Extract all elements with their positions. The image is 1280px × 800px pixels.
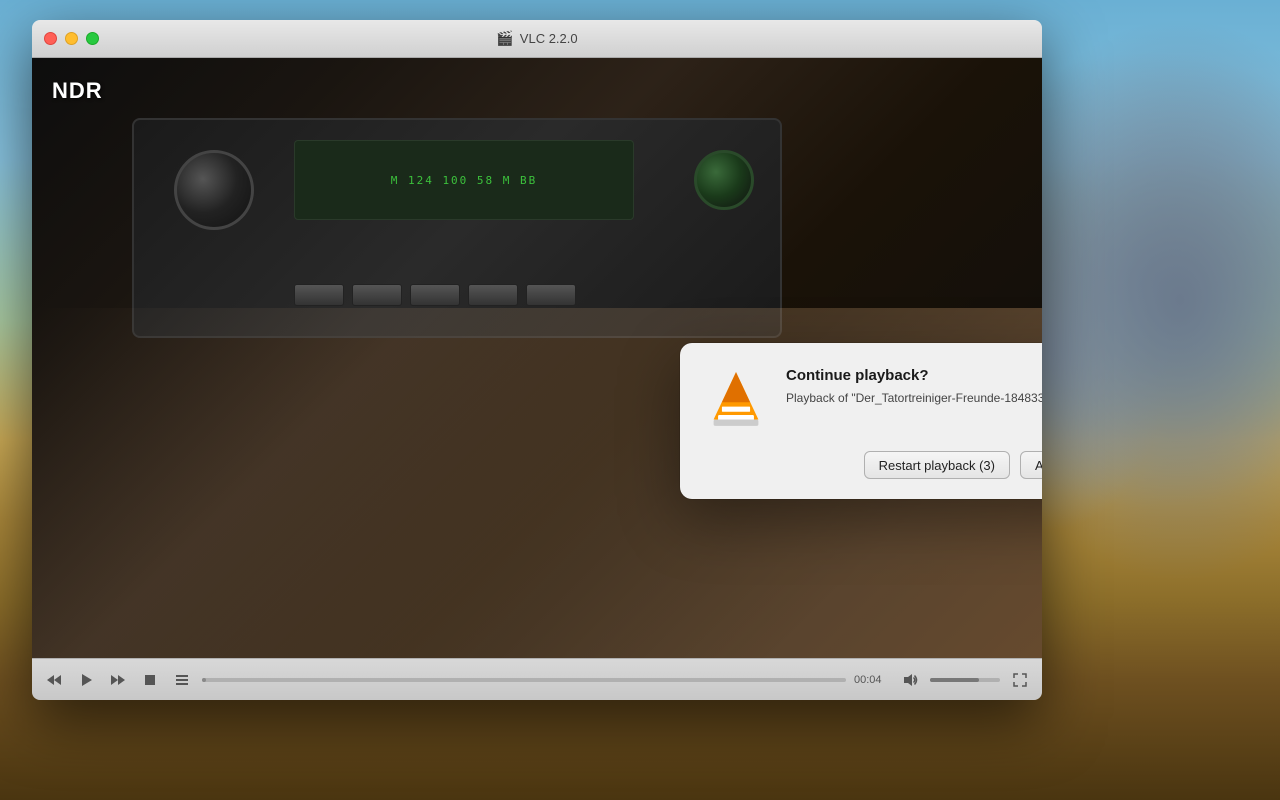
title-bar: 🎬 VLC 2.2.0 xyxy=(32,20,1042,58)
close-button[interactable] xyxy=(44,32,57,45)
continue-playback-dialog: Continue playback? Playback of "Der_Tato… xyxy=(680,343,1042,499)
play-icon xyxy=(78,672,94,688)
volume-fill xyxy=(930,678,979,682)
dialog-body: Playback of "Der_Tatortreiniger-Freunde-… xyxy=(786,390,1042,407)
dialog-text-area: Continue playback? Playback of "Der_Tato… xyxy=(786,367,1042,407)
radio-knob-left xyxy=(174,150,254,230)
dialog-content: Continue playback? Playback of "Der_Tato… xyxy=(704,367,1042,431)
time-display: 00:04 xyxy=(854,674,890,686)
minimize-button[interactable] xyxy=(65,32,78,45)
stop-button[interactable] xyxy=(138,668,162,692)
dialog-buttons: Restart playback (3) Always continue Con… xyxy=(704,451,1042,479)
rewind-icon xyxy=(46,672,62,688)
volume-icon xyxy=(902,672,918,688)
ndr-watermark: NDR xyxy=(52,78,103,104)
fullscreen-button[interactable] xyxy=(1008,668,1032,692)
restart-playback-button[interactable]: Restart playback (3) xyxy=(864,451,1010,479)
play-button[interactable] xyxy=(74,668,98,692)
vlc-title-icon: 🎬 xyxy=(496,30,513,47)
video-area[interactable]: M 124 100 58 M BB NDR xyxy=(32,58,1042,658)
radio-knob-right xyxy=(694,150,754,210)
radio-display-text: M 124 100 58 M BB xyxy=(391,174,538,187)
fullscreen-icon xyxy=(1012,672,1028,688)
vlc-cone-logo xyxy=(704,367,768,431)
window-title: 🎬 VLC 2.2.0 xyxy=(496,30,577,47)
stop-icon xyxy=(142,672,158,688)
progress-fill xyxy=(202,678,206,682)
playlist-icon xyxy=(174,672,190,688)
progress-bar[interactable] xyxy=(202,678,846,682)
video-frame: M 124 100 58 M BB xyxy=(132,118,782,338)
fastforward-button[interactable] xyxy=(106,668,130,692)
maximize-button[interactable] xyxy=(86,32,99,45)
volume-button[interactable] xyxy=(898,668,922,692)
radio-display: M 124 100 58 M BB xyxy=(294,140,634,220)
fastforward-icon xyxy=(110,672,126,688)
always-continue-button[interactable]: Always continue xyxy=(1020,451,1042,479)
window-title-text: VLC 2.2.0 xyxy=(520,31,578,46)
playlist-button[interactable] xyxy=(170,668,194,692)
controls-bar: 00:04 xyxy=(32,658,1042,700)
vlc-window: 🎬 VLC 2.2.0 M 124 100 58 M BB xyxy=(32,20,1042,700)
volume-slider[interactable] xyxy=(930,678,1000,682)
radio-buttons xyxy=(294,284,576,306)
rewind-button[interactable] xyxy=(42,668,66,692)
traffic-lights xyxy=(44,32,99,45)
dialog-title: Continue playback? xyxy=(786,367,1042,384)
